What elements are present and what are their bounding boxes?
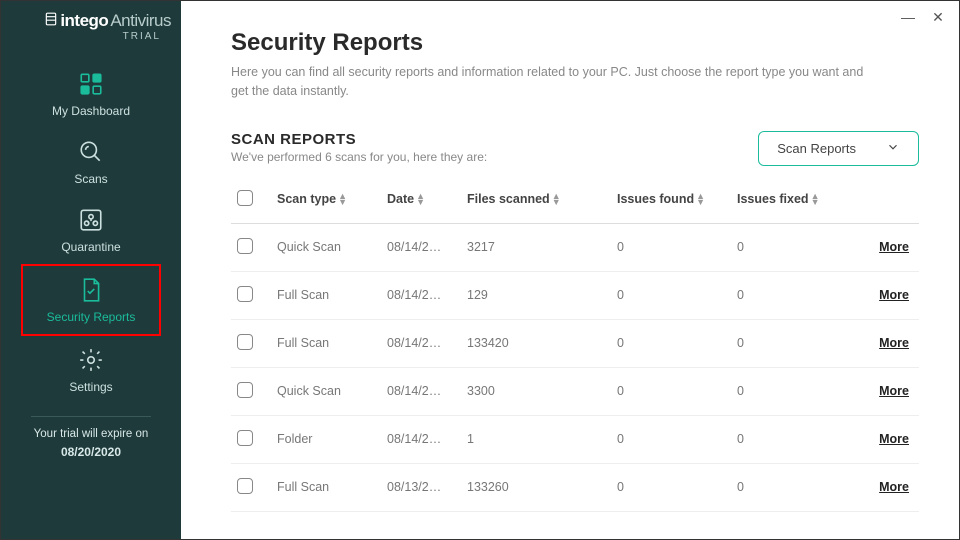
row-checkbox[interactable] bbox=[237, 478, 253, 494]
sidebar: intego Antivirus TRIAL My Dashboard Scan… bbox=[1, 1, 181, 539]
sidebar-item-label: Security Reports bbox=[47, 310, 136, 324]
cell-issues-fixed: 0 bbox=[731, 271, 831, 319]
more-link[interactable]: More bbox=[879, 480, 909, 494]
table-row: Full Scan08/13/2…13326000More bbox=[231, 463, 919, 511]
sidebar-item-quarantine[interactable]: Quarantine bbox=[21, 196, 161, 264]
page-subtitle: Here you can find all security reports a… bbox=[231, 63, 871, 101]
window-controls: — ✕ bbox=[901, 9, 945, 26]
table-row: Quick Scan08/14/2…321700More bbox=[231, 223, 919, 271]
more-link[interactable]: More bbox=[879, 432, 909, 446]
table-row: Full Scan08/14/2…12900More bbox=[231, 271, 919, 319]
cell-date: 08/14/2… bbox=[381, 223, 461, 271]
cell-issues-found: 0 bbox=[611, 415, 731, 463]
cell-issues-found: 0 bbox=[611, 463, 731, 511]
dropdown-selected: Scan Reports bbox=[777, 141, 856, 156]
page-title: Security Reports bbox=[231, 29, 919, 57]
sort-icon: ▲▼ bbox=[811, 194, 820, 205]
cell-issues-found: 0 bbox=[611, 223, 731, 271]
more-link[interactable]: More bbox=[879, 384, 909, 398]
dashboard-icon bbox=[77, 70, 105, 98]
logo: intego Antivirus TRIAL bbox=[1, 11, 181, 42]
cell-scan-type: Quick Scan bbox=[271, 367, 381, 415]
gear-icon bbox=[77, 346, 105, 374]
cell-scan-type: Quick Scan bbox=[271, 223, 381, 271]
sidebar-item-label: My Dashboard bbox=[52, 104, 130, 118]
sort-icon: ▲▼ bbox=[416, 194, 425, 205]
row-checkbox[interactable] bbox=[237, 430, 253, 446]
sidebar-divider bbox=[31, 416, 151, 417]
sidebar-item-label: Scans bbox=[74, 172, 107, 186]
cell-issues-fixed: 0 bbox=[731, 463, 831, 511]
sort-icon: ▲▼ bbox=[338, 194, 347, 205]
cell-date: 08/14/2… bbox=[381, 367, 461, 415]
cell-issues-fixed: 0 bbox=[731, 415, 831, 463]
cell-issues-fixed: 0 bbox=[731, 319, 831, 367]
chevron-down-icon bbox=[886, 140, 900, 157]
section-title: SCAN REPORTS bbox=[231, 131, 487, 148]
trial-expire-label: Your trial will expire on bbox=[34, 425, 149, 443]
cell-date: 08/14/2… bbox=[381, 271, 461, 319]
logo-trial-badge: TRIAL bbox=[123, 31, 161, 42]
minimize-button[interactable]: — bbox=[901, 9, 915, 26]
logo-icon bbox=[44, 12, 58, 26]
sidebar-item-settings[interactable]: Settings bbox=[21, 336, 161, 404]
col-issues-found[interactable]: Issues found▲▼ bbox=[611, 180, 731, 224]
cell-issues-found: 0 bbox=[611, 319, 731, 367]
table-row: Full Scan08/14/2…13342000More bbox=[231, 319, 919, 367]
cell-scan-type: Full Scan bbox=[271, 463, 381, 511]
more-link[interactable]: More bbox=[879, 336, 909, 350]
trial-info: Your trial will expire on 08/20/2020 bbox=[34, 425, 149, 463]
trial-expire-date: 08/20/2020 bbox=[34, 443, 149, 462]
sidebar-item-label: Settings bbox=[69, 380, 112, 394]
col-scan-type[interactable]: Scan type▲▼ bbox=[271, 180, 381, 224]
cell-files-scanned: 133420 bbox=[461, 319, 611, 367]
col-files-scanned[interactable]: Files scanned▲▼ bbox=[461, 180, 611, 224]
logo-text-bold: intego bbox=[60, 11, 108, 31]
cell-files-scanned: 1 bbox=[461, 415, 611, 463]
col-date[interactable]: Date▲▼ bbox=[381, 180, 461, 224]
table-row: Quick Scan08/14/2…330000More bbox=[231, 367, 919, 415]
cell-files-scanned: 133260 bbox=[461, 463, 611, 511]
more-link[interactable]: More bbox=[879, 240, 909, 254]
sidebar-item-dashboard[interactable]: My Dashboard bbox=[21, 60, 161, 128]
col-issues-fixed[interactable]: Issues fixed▲▼ bbox=[731, 180, 831, 224]
report-icon bbox=[77, 276, 105, 304]
sidebar-item-security-reports[interactable]: Security Reports bbox=[21, 264, 161, 336]
cell-scan-type: Folder bbox=[271, 415, 381, 463]
sort-icon: ▲▼ bbox=[552, 194, 561, 205]
section-subtitle: We've performed 6 scans for you, here th… bbox=[231, 150, 487, 164]
cell-scan-type: Full Scan bbox=[271, 271, 381, 319]
sort-icon: ▲▼ bbox=[696, 194, 705, 205]
cell-date: 08/14/2… bbox=[381, 415, 461, 463]
select-all-checkbox[interactable] bbox=[237, 190, 253, 206]
cell-issues-found: 0 bbox=[611, 367, 731, 415]
table-row: Folder08/14/2…100More bbox=[231, 415, 919, 463]
more-link[interactable]: More bbox=[879, 288, 909, 302]
close-button[interactable]: ✕ bbox=[931, 9, 945, 26]
quarantine-icon bbox=[77, 206, 105, 234]
sidebar-item-scans[interactable]: Scans bbox=[21, 128, 161, 196]
scan-reports-table: Scan type▲▼ Date▲▼ Files scanned▲▼ Issue… bbox=[231, 180, 919, 512]
cell-issues-found: 0 bbox=[611, 271, 731, 319]
cell-files-scanned: 129 bbox=[461, 271, 611, 319]
sidebar-item-label: Quarantine bbox=[61, 240, 120, 254]
row-checkbox[interactable] bbox=[237, 334, 253, 350]
cell-date: 08/13/2… bbox=[381, 463, 461, 511]
row-checkbox[interactable] bbox=[237, 382, 253, 398]
row-checkbox[interactable] bbox=[237, 238, 253, 254]
scan-icon bbox=[77, 138, 105, 166]
logo-text-light: Antivirus bbox=[110, 11, 171, 31]
cell-date: 08/14/2… bbox=[381, 319, 461, 367]
report-type-dropdown[interactable]: Scan Reports bbox=[758, 131, 919, 166]
cell-files-scanned: 3300 bbox=[461, 367, 611, 415]
cell-issues-fixed: 0 bbox=[731, 367, 831, 415]
row-checkbox[interactable] bbox=[237, 286, 253, 302]
main-content: — ✕ Security Reports Here you can find a… bbox=[181, 1, 959, 539]
cell-files-scanned: 3217 bbox=[461, 223, 611, 271]
cell-issues-fixed: 0 bbox=[731, 223, 831, 271]
cell-scan-type: Full Scan bbox=[271, 319, 381, 367]
